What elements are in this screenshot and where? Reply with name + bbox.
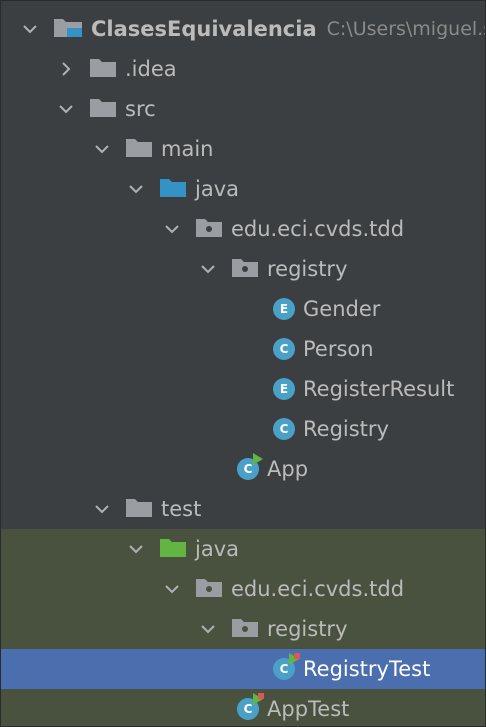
tree-row-app[interactable]: C App xyxy=(1,449,485,489)
tree-label-register-result: RegisterResult xyxy=(303,377,455,401)
chevron-down-icon[interactable] xyxy=(127,180,145,198)
folder-icon xyxy=(125,496,153,523)
chevron-down-icon[interactable] xyxy=(199,620,217,638)
package-icon xyxy=(195,576,223,603)
tree-row-java-main[interactable]: java xyxy=(1,169,485,209)
source-folder-icon xyxy=(159,176,187,203)
tree-row-package-main[interactable]: edu.eci.cvds.tdd xyxy=(1,209,485,249)
class-icon: C xyxy=(273,418,295,440)
tree-row-package-test[interactable]: edu.eci.cvds.tdd xyxy=(1,569,485,609)
package-icon xyxy=(231,256,259,283)
tree-row-gender[interactable]: E Gender xyxy=(1,289,485,329)
tree-row-registry[interactable]: C Registry xyxy=(1,409,485,449)
tree-label-registry: Registry xyxy=(303,417,389,441)
tree-row-registry-package[interactable]: registry xyxy=(1,249,485,289)
tree-row-java-test[interactable]: java xyxy=(1,529,485,569)
chevron-down-icon[interactable] xyxy=(163,580,181,598)
tree-label-person: Person xyxy=(303,337,374,361)
run-icon xyxy=(253,453,263,465)
project-tree: ClasesEquivalencia C:\Users\miguel.s .id… xyxy=(0,0,486,727)
class-icon: C xyxy=(273,338,295,360)
tree-label-registry-test-package: registry xyxy=(267,617,348,641)
tree-label-java-test: java xyxy=(195,537,239,561)
tree-label-gender: Gender xyxy=(303,297,381,321)
package-icon xyxy=(231,616,259,643)
tree-row-src[interactable]: src xyxy=(1,89,485,129)
tree-row-registry-test[interactable]: C RegistryTest xyxy=(1,649,485,689)
tree-label-app: App xyxy=(267,457,309,481)
enum-icon: E xyxy=(273,298,295,320)
package-icon xyxy=(195,216,223,243)
runnable-class-icon: C xyxy=(237,453,263,480)
chevron-down-icon[interactable] xyxy=(57,100,75,118)
tree-row-person[interactable]: C Person xyxy=(1,329,485,369)
tree-row-test[interactable]: test xyxy=(1,489,485,529)
tree-label-package-main: edu.eci.cvds.tdd xyxy=(231,217,405,241)
tree-row-idea[interactable]: .idea xyxy=(1,49,485,89)
chevron-down-icon[interactable] xyxy=(93,500,111,518)
chevron-down-icon[interactable] xyxy=(163,220,181,238)
tree-label-registry-package: registry xyxy=(267,257,348,281)
enum-icon: E xyxy=(273,378,295,400)
project-path: C:\Users\miguel.s xyxy=(326,18,486,40)
chevron-down-icon[interactable] xyxy=(93,140,111,158)
test-run-icon xyxy=(253,693,264,705)
tree-row-app-test[interactable]: C AppTest xyxy=(1,689,485,726)
test-class-icon: C xyxy=(237,693,264,720)
tree-label-test: test xyxy=(161,497,202,521)
test-class-icon: C xyxy=(273,653,300,680)
chevron-down-icon[interactable] xyxy=(127,540,145,558)
tree-label-main: main xyxy=(161,137,214,161)
folder-icon xyxy=(125,136,153,163)
tree-label-idea: .idea xyxy=(125,57,177,81)
tree-label-src: src xyxy=(125,97,156,121)
test-source-folder-icon xyxy=(159,536,187,563)
folder-icon xyxy=(89,96,117,123)
chevron-down-icon[interactable] xyxy=(21,20,39,38)
tree-label-java-main: java xyxy=(195,177,239,201)
chevron-down-icon[interactable] xyxy=(199,260,217,278)
tree-label-app-test: AppTest xyxy=(267,697,350,721)
tree-row-project[interactable]: ClasesEquivalencia C:\Users\miguel.s xyxy=(1,9,485,49)
tree-row-registry-test-package[interactable]: registry xyxy=(1,609,485,649)
chevron-right-icon[interactable] xyxy=(57,60,75,78)
tree-row-register-result[interactable]: E RegisterResult xyxy=(1,369,485,409)
project-name: ClasesEquivalencia xyxy=(91,17,317,41)
tree-row-main[interactable]: main xyxy=(1,129,485,169)
module-folder-icon xyxy=(53,15,83,44)
tree-label-registry-test: RegistryTest xyxy=(303,657,431,681)
test-run-icon xyxy=(289,653,300,665)
folder-icon xyxy=(89,56,117,83)
tree-label-package-test: edu.eci.cvds.tdd xyxy=(231,577,405,601)
